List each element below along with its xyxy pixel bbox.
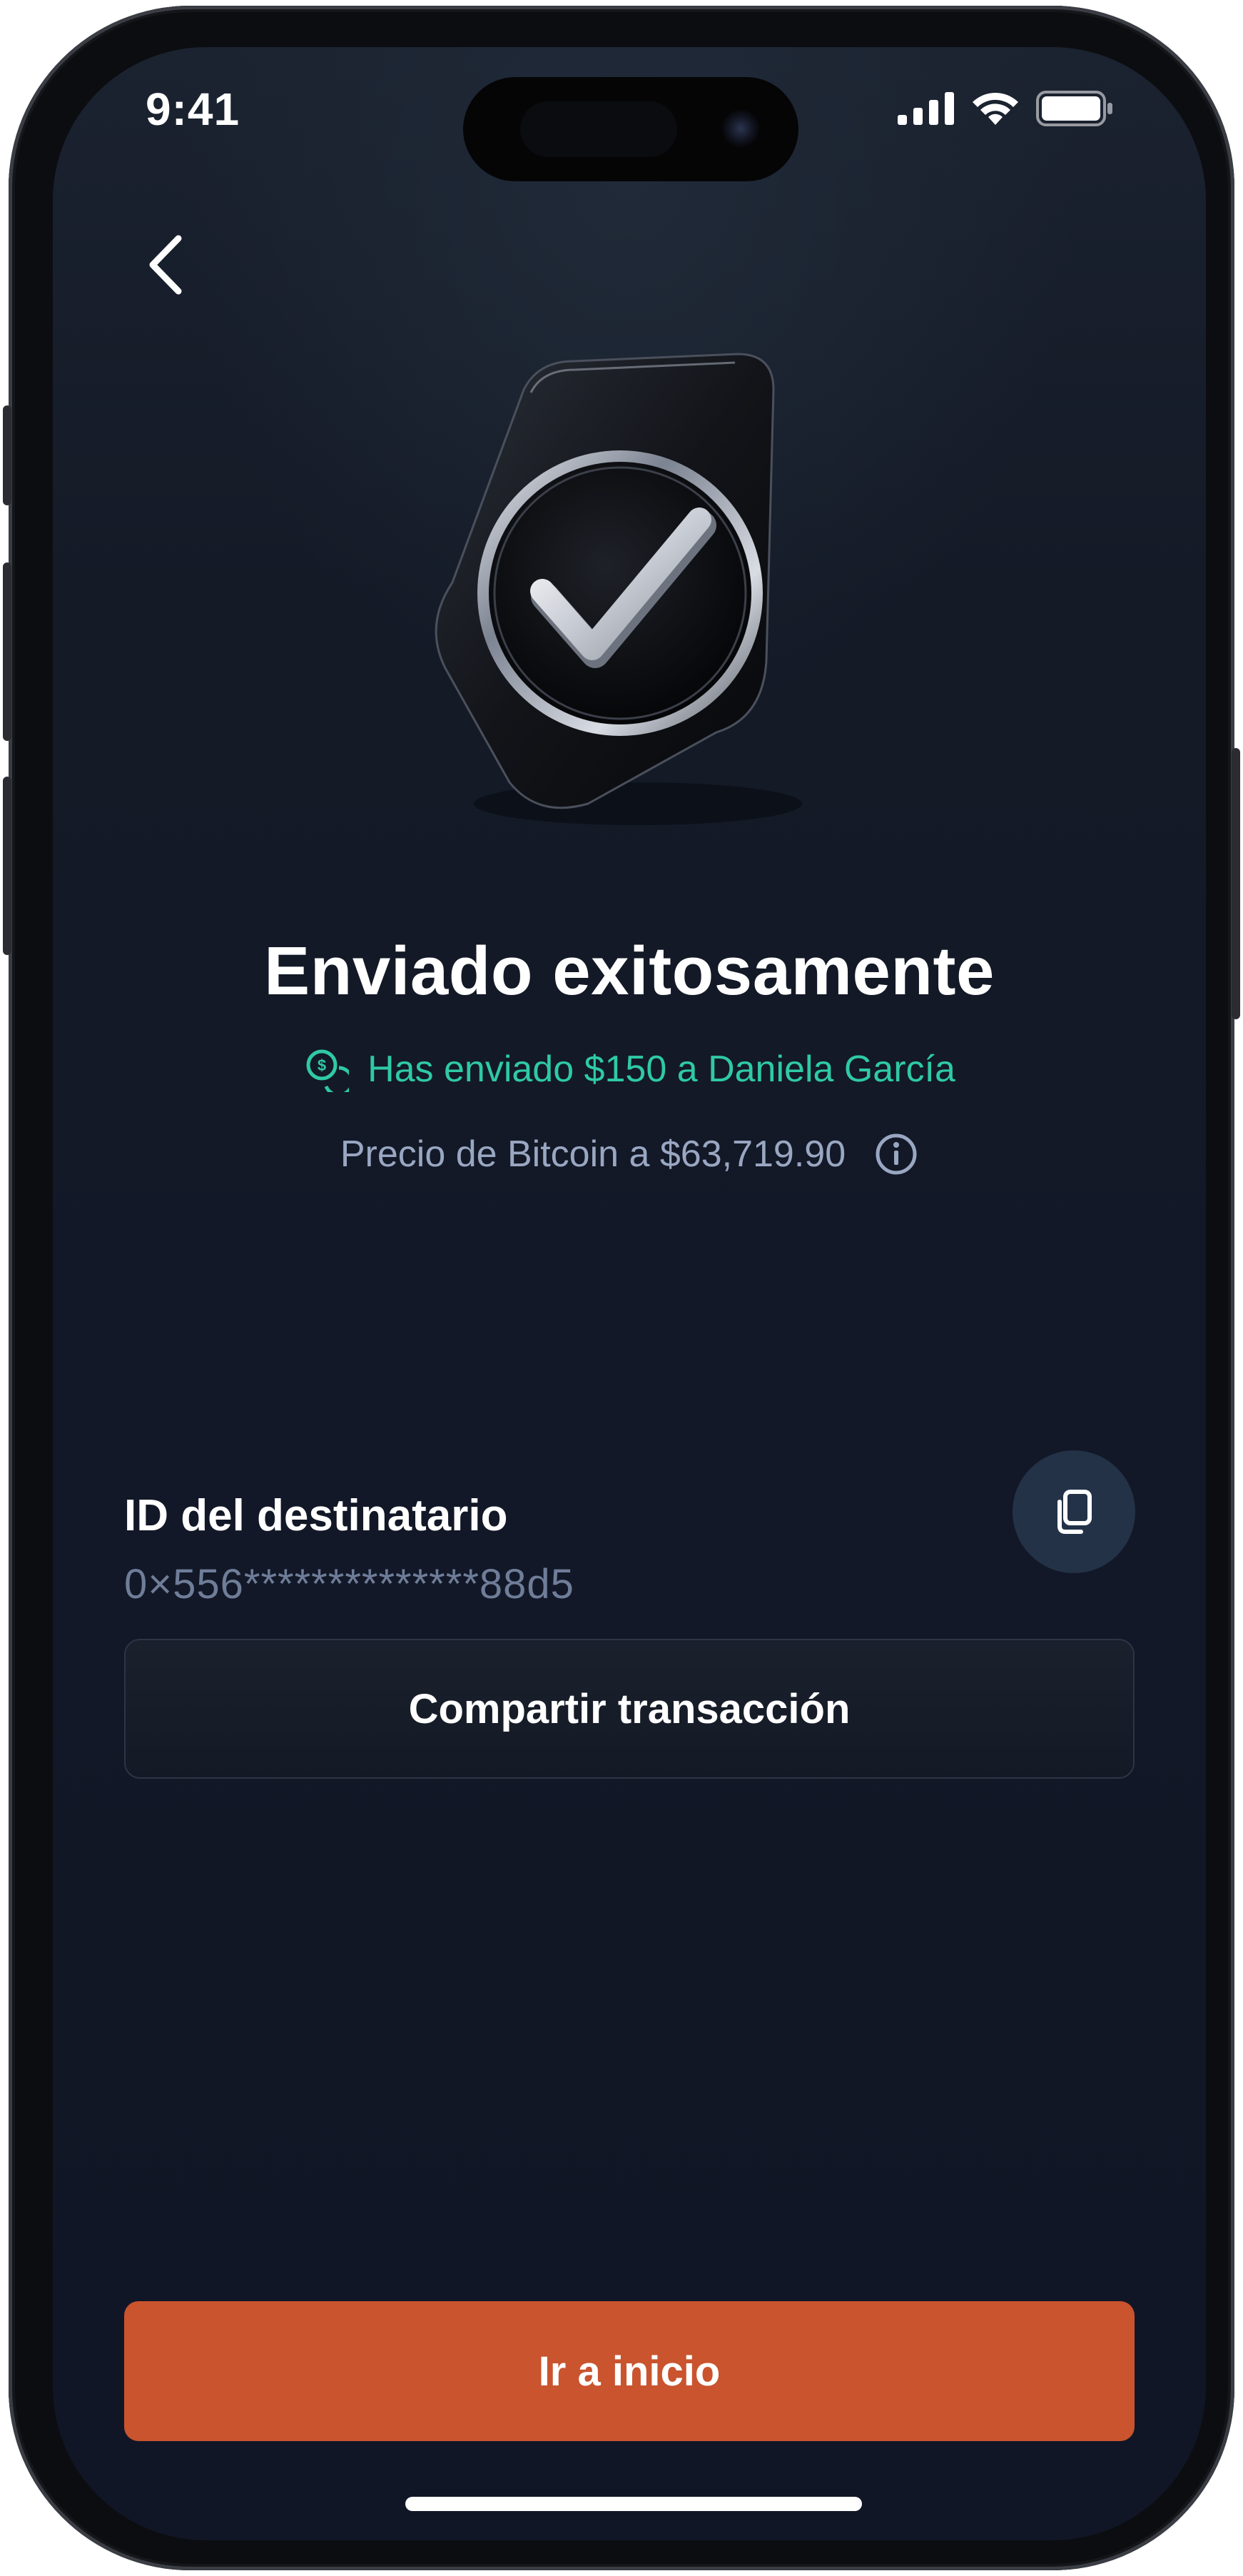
copy-icon xyxy=(1057,1490,1092,1534)
share-transaction-button[interactable]: Compartir transacción xyxy=(124,1639,1135,1779)
back-button[interactable] xyxy=(131,226,210,304)
recipient-id-value: 0×556**************88d5 xyxy=(124,1561,574,1607)
side-button-left-3 xyxy=(3,777,11,955)
copy-recipient-id-button[interactable] xyxy=(1013,1450,1135,1573)
info-icon[interactable] xyxy=(874,1132,918,1176)
home-indicator xyxy=(405,2497,862,2511)
camera xyxy=(722,110,759,147)
success-illustration xyxy=(402,347,859,847)
side-button-left-2 xyxy=(3,562,11,741)
checkmark-badge-icon xyxy=(435,353,802,825)
status-time: 9:41 xyxy=(146,84,240,135)
sent-amount-row: $ Has enviado $150 a Daniela García xyxy=(53,1046,1206,1092)
sent-message: Has enviado $150 a Daniela García xyxy=(367,1049,955,1090)
bitcoin-price-row: Precio de Bitcoin a $63,719.90 xyxy=(53,1132,1206,1176)
wifi-icon xyxy=(973,93,1018,125)
side-button-left-1 xyxy=(3,405,11,505)
status-icons xyxy=(898,87,1113,130)
success-title: Enviado exitosamente xyxy=(264,933,995,1009)
go-home-button[interactable]: Ir a inicio xyxy=(124,2301,1135,2441)
side-button-right xyxy=(1232,748,1240,1019)
bitcoin-price-text: Precio de Bitcoin a $63,719.90 xyxy=(340,1133,846,1175)
battery-icon xyxy=(1036,91,1112,126)
app-screen: 9:41 Enviado exitosamente $ Has enviado … xyxy=(53,47,1206,2540)
dynamic-island xyxy=(463,77,798,181)
svg-text:$: $ xyxy=(318,1056,326,1074)
coins-icon: $ xyxy=(306,1049,350,1092)
recipient-id-label: ID del destinatario xyxy=(124,1491,508,1540)
sensor xyxy=(520,101,677,157)
phone-frame: 9:41 Enviado exitosamente $ Has enviado … xyxy=(3,6,1240,2570)
chevron-left-icon xyxy=(149,235,182,295)
signal-icon xyxy=(898,92,954,125)
